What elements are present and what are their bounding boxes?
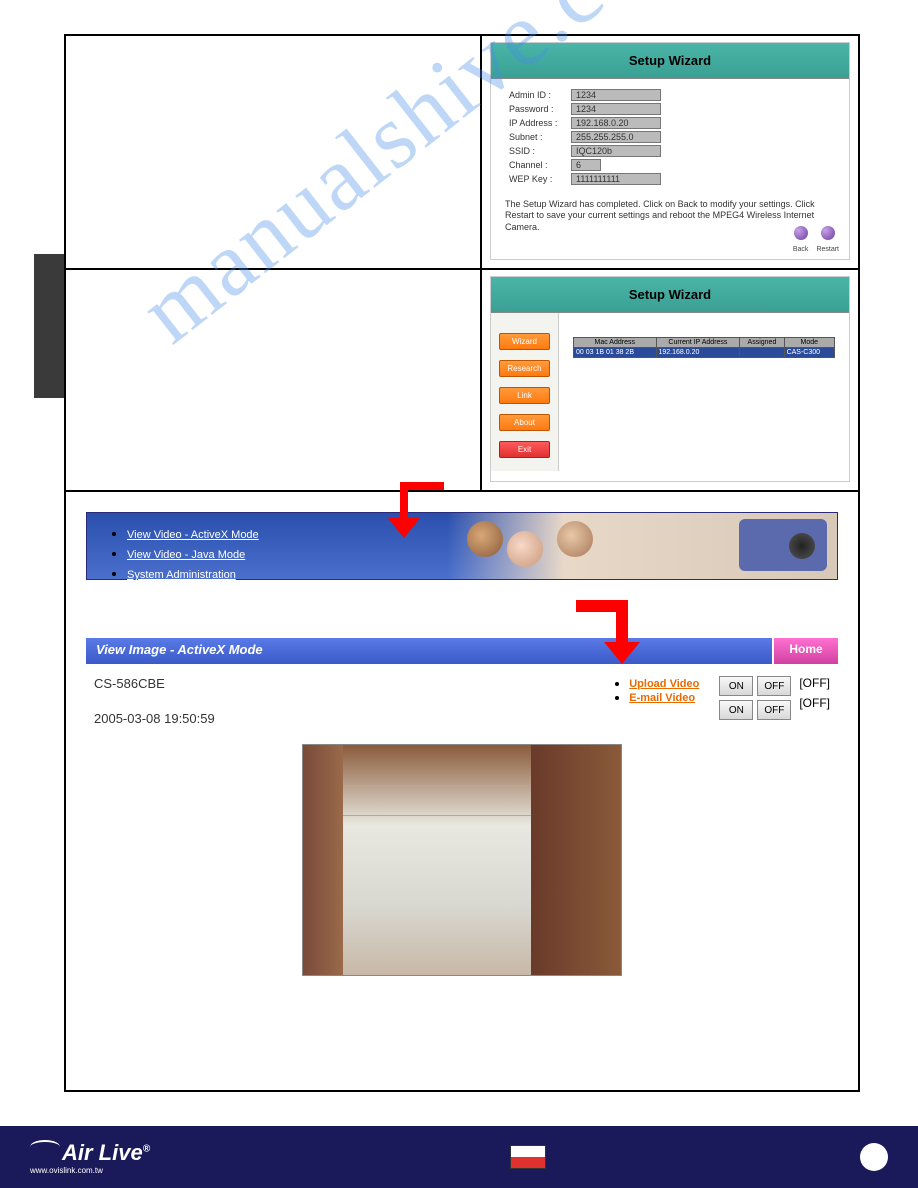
wizard1-title: Setup Wizard xyxy=(491,43,849,79)
label-admin-id: Admin ID : xyxy=(509,90,571,100)
input-ip[interactable]: 192.168.0.20 xyxy=(571,117,661,129)
label-ssid: SSID : xyxy=(509,146,571,156)
wizard2-sidebar: Wizard Research Link About Exit xyxy=(491,313,559,471)
footer: Air Live® www.ovislink.com.tw xyxy=(0,1126,918,1188)
email-off-button[interactable]: OFF xyxy=(757,700,791,720)
upload-off-button[interactable]: OFF xyxy=(757,676,791,696)
wizard1-message: The Setup Wizard has completed. Click on… xyxy=(505,199,835,233)
link-view-java[interactable]: View Video - Java Mode xyxy=(127,549,245,561)
email-on-button[interactable]: ON xyxy=(719,700,753,720)
page-circle-icon xyxy=(860,1143,888,1171)
th-assigned: Assigned xyxy=(740,338,784,348)
label-ip: IP Address : xyxy=(509,118,571,128)
input-wep[interactable]: 1111111111 xyxy=(571,173,661,185)
camera-nav-bar: View Video - ActiveX Mode View Video - J… xyxy=(86,512,838,580)
input-admin-id[interactable]: 1234 xyxy=(571,89,661,101)
label-wep: WEP Key : xyxy=(509,174,571,184)
brand-url: www.ovislink.com.tw xyxy=(30,1166,150,1175)
sidebar-exit-button[interactable]: Exit xyxy=(499,441,550,458)
upload-on-button[interactable]: ON xyxy=(719,676,753,696)
page-frame: Setup Wizard Admin ID :1234 Password :12… xyxy=(64,34,860,1092)
row2-left-empty xyxy=(66,270,482,490)
input-ssid[interactable]: IQC120b xyxy=(571,145,661,157)
th-mac: Mac Address xyxy=(574,338,657,348)
sidebar-research-button[interactable]: Research xyxy=(499,360,550,377)
side-tab xyxy=(34,254,64,398)
link-view-activex[interactable]: View Video - ActiveX Mode xyxy=(127,529,259,541)
camera-video-frame xyxy=(302,744,622,976)
back-button[interactable]: Back xyxy=(793,226,809,253)
label-channel: Channel : xyxy=(509,160,571,170)
setup-wizard-panel-1: Setup Wizard Admin ID :1234 Password :12… xyxy=(490,42,850,260)
link-sys-admin[interactable]: System Administration xyxy=(127,569,236,581)
th-ip: Current IP Address xyxy=(656,338,740,348)
input-channel[interactable]: 6 xyxy=(571,159,601,171)
row1-left-empty xyxy=(66,36,482,268)
timestamp: 2005-03-08 19:50:59 xyxy=(94,711,613,726)
sidebar-about-button[interactable]: About xyxy=(499,414,550,431)
home-button[interactable]: Home xyxy=(772,638,838,664)
view-image-bar: View Image - ActiveX Mode Home xyxy=(86,638,838,664)
sidebar-wizard-button[interactable]: Wizard xyxy=(499,333,550,350)
table-row[interactable]: 00 03 1B 01 38 2B 192.168.0.20 CAS-C300 xyxy=(574,348,835,358)
wizard2-title: Setup Wizard xyxy=(491,277,849,313)
setup-wizard-panel-2: Setup Wizard Wizard Research Link About … xyxy=(490,276,850,482)
sidebar-link-button[interactable]: Link xyxy=(499,387,550,404)
camera-name: CS-586CBE xyxy=(94,676,613,691)
email-status: [OFF] xyxy=(799,696,830,710)
label-subnet: Subnet : xyxy=(509,132,571,142)
view-image-title: View Image - ActiveX Mode xyxy=(86,638,772,664)
upload-status: [OFF] xyxy=(799,676,830,690)
link-upload-video[interactable]: Upload Video xyxy=(629,678,699,690)
th-mode: Mode xyxy=(784,338,834,348)
nav-banner-image xyxy=(447,513,837,579)
input-password[interactable]: 1234 xyxy=(571,103,661,115)
label-password: Password : xyxy=(509,104,571,114)
brand-logo: Air Live® xyxy=(30,1140,150,1165)
flag-icon xyxy=(510,1145,546,1169)
device-table: Mac Address Current IP Address Assigned … xyxy=(573,337,835,358)
input-subnet[interactable]: 255.255.255.0 xyxy=(571,131,661,143)
callout-arrow-1-icon xyxy=(386,474,446,540)
callout-arrow-2-icon xyxy=(576,596,644,666)
restart-button[interactable]: Restart xyxy=(816,226,839,253)
link-email-video[interactable]: E-mail Video xyxy=(629,692,695,704)
